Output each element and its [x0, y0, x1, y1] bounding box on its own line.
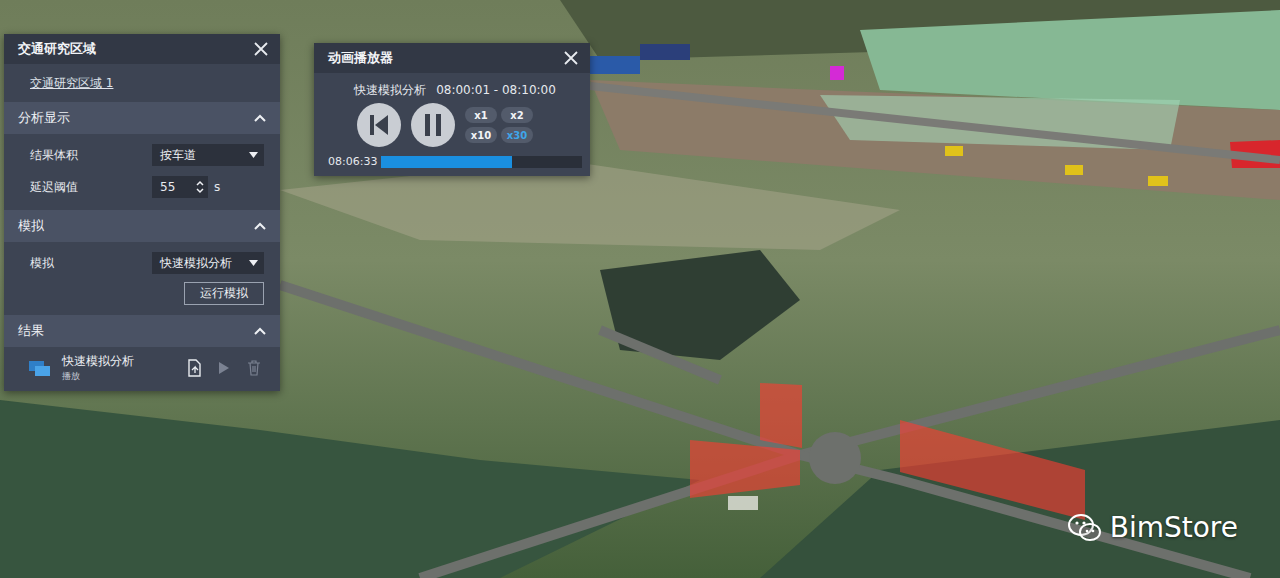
export-icon [186, 359, 202, 377]
progress-row: 08:06:33 [328, 155, 582, 168]
clip-name: 快速模拟分析 [354, 82, 426, 99]
field-row: 延迟阈值 55 s [30, 172, 264, 202]
field-label: 模拟 [30, 255, 54, 272]
unit-label: s [214, 180, 220, 194]
result-item[interactable]: 快速模拟分析播放 [4, 347, 280, 391]
chevron-up-icon[interactable] [254, 114, 266, 122]
rewind-button[interactable] [357, 103, 401, 147]
panel-title: 交通研究区域 [18, 40, 96, 58]
trash-icon [247, 360, 261, 376]
dropdown-value: 按车道 [160, 147, 196, 164]
clip-info: 快速模拟分析 08:00:01 - 08:10:00 [354, 81, 556, 99]
field-row: 结果体积 按车道 [30, 140, 264, 170]
spinner-wrap: 55 s [152, 176, 264, 198]
section-title: 分析显示 [18, 109, 70, 127]
dropdown[interactable]: 按车道 [152, 144, 264, 166]
study-link-row: 交通研究区域 1 [4, 64, 280, 102]
speed-button[interactable]: x30 [501, 127, 533, 143]
panel-title-bar[interactable]: 交通研究区域 [4, 34, 280, 64]
skip-back-icon [368, 113, 390, 137]
study-area-panel: 交通研究区域交通研究区域 1分析显示结果体积按车道延迟阈值55s模拟模拟快速模拟… [4, 34, 280, 391]
section-header[interactable]: 结果 [4, 315, 280, 347]
chevron-up-icon[interactable] [254, 327, 266, 335]
play-icon [218, 361, 230, 375]
close-icon [253, 41, 269, 57]
speed-button[interactable]: x10 [465, 127, 497, 143]
section-title: 模拟 [18, 217, 44, 235]
section-body: 模拟 快速模拟分析运行模拟 [4, 242, 280, 315]
player-body: 快速模拟分析 08:00:01 - 08:10:00 x1x2x10x30 08:06… [314, 73, 590, 176]
result-name: 快速模拟分析 [62, 353, 174, 370]
field-label: 延迟阈值 [30, 179, 78, 196]
clip-range: 08:00:01 - 08:10:00 [436, 83, 556, 97]
export-button[interactable] [184, 358, 204, 378]
dropdown-value: 快速模拟分析 [160, 255, 232, 272]
pause-button[interactable] [411, 103, 455, 147]
pause-icon [423, 113, 443, 137]
player-title: 动画播放器 [328, 49, 393, 67]
speed-options: x1x2x10x30 [465, 107, 533, 143]
watermark: BimStore [1068, 511, 1238, 544]
speed-button[interactable]: x1 [465, 107, 497, 123]
result-status: 播放 [62, 370, 174, 383]
result-text: 快速模拟分析播放 [62, 353, 174, 383]
watermark-text: BimStore [1110, 511, 1238, 544]
spinner-value: 55 [160, 180, 175, 194]
speed-button[interactable]: x2 [501, 107, 533, 123]
player-controls: x1x2x10x30 [357, 103, 533, 147]
section-title: 结果 [18, 322, 44, 340]
field-label: 结果体积 [30, 147, 78, 164]
study-link[interactable]: 交通研究区域 1 [30, 75, 113, 92]
wechat-icon [1068, 513, 1102, 543]
section-header[interactable]: 分析显示 [4, 102, 280, 134]
chevron-up-icon[interactable] [254, 222, 266, 230]
player-title-bar[interactable]: 动画播放器 [314, 43, 590, 73]
caret-down-icon [249, 260, 258, 266]
app-screen: 交通研究区域交通研究区域 1分析显示结果体积按车道延迟阈值55s模拟模拟快速模拟… [0, 0, 1280, 578]
close-button[interactable] [250, 38, 272, 60]
progress-fill [381, 156, 511, 168]
dropdown[interactable]: 快速模拟分析 [152, 252, 264, 274]
close-icon [563, 50, 579, 66]
delete-button[interactable] [244, 358, 264, 378]
play-result-button[interactable] [214, 358, 234, 378]
close-button[interactable] [560, 47, 582, 69]
layers-icon [28, 358, 52, 378]
current-time: 08:06:33 [328, 155, 377, 168]
field-row: 模拟 快速模拟分析 [30, 248, 264, 278]
caret-down-icon [249, 152, 258, 158]
spin-arrows-icon[interactable] [196, 180, 204, 194]
number-spinner[interactable]: 55 [152, 176, 208, 198]
button-row: 运行模拟 [30, 280, 264, 307]
animation-player-panel: 动画播放器快速模拟分析 08:00:01 - 08:10:00 x1x2x10x30… [314, 43, 590, 176]
run-simulation-button[interactable]: 运行模拟 [184, 282, 264, 305]
progress-track[interactable] [381, 156, 582, 168]
section-body: 结果体积 按车道延迟阈值 55 s [4, 134, 280, 210]
section-header[interactable]: 模拟 [4, 210, 280, 242]
